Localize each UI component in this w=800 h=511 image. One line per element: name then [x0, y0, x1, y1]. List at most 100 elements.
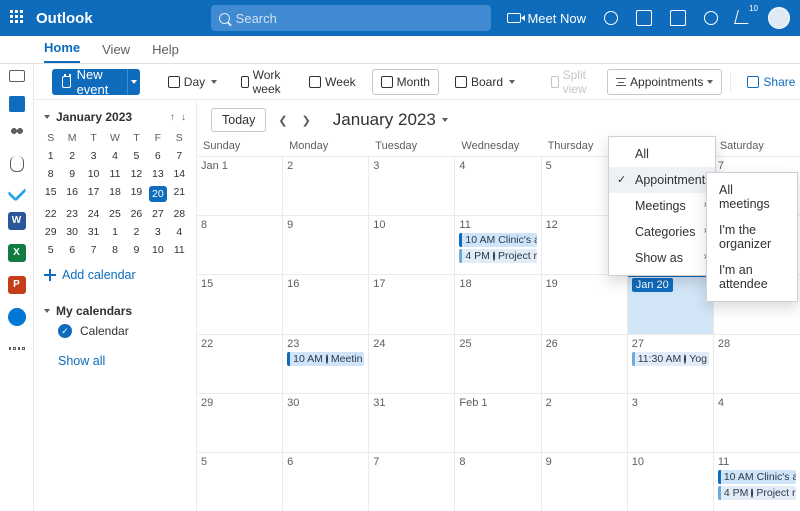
mini-calendar[interactable]: SMTWTFS123456789101112131415161718192021… — [40, 132, 190, 256]
app-launcher-icon[interactable] — [10, 10, 26, 26]
powerpoint-icon[interactable]: P — [8, 276, 26, 294]
calendar-event[interactable]: 4 PMProject r — [459, 249, 536, 263]
excel-icon[interactable]: X — [8, 244, 26, 262]
mini-day[interactable]: 8 — [40, 168, 61, 180]
calendar-event[interactable]: 10 AMClinic's ap — [718, 470, 796, 484]
mini-day[interactable]: 3 — [83, 150, 104, 162]
menu-home[interactable]: Home — [44, 40, 80, 63]
day-cell[interactable]: 2711:30 AMYog — [628, 334, 714, 393]
more-apps-icon[interactable] — [9, 340, 25, 356]
mini-day[interactable]: 9 — [126, 244, 147, 256]
word-icon[interactable]: W — [8, 212, 26, 230]
meet-now-button[interactable]: Meet Now — [507, 11, 586, 26]
notifications-icon[interactable]: 10 — [736, 10, 750, 27]
day-cell[interactable]: 10 — [369, 215, 455, 274]
today-button[interactable]: Today — [211, 108, 266, 132]
filter-submenu-item[interactable]: I'm the organizer — [707, 217, 797, 257]
calendar-event[interactable]: 10 AMMeetin — [287, 352, 364, 366]
mini-day[interactable]: 4 — [169, 226, 190, 238]
day-cell[interactable]: 24 — [369, 334, 455, 393]
mini-day[interactable]: 22 — [40, 208, 61, 220]
mini-day[interactable]: 30 — [61, 226, 82, 238]
day-cell[interactable]: 3 — [628, 393, 714, 452]
view-board-button[interactable]: Board — [447, 69, 523, 95]
new-event-dropdown[interactable] — [127, 69, 140, 95]
mini-day[interactable]: 25 — [104, 208, 125, 220]
mini-day[interactable]: 31 — [83, 226, 104, 238]
filter-menu-item[interactable]: Meetings› — [609, 193, 715, 219]
day-cell[interactable]: 5 — [197, 452, 283, 511]
mini-day[interactable]: 7 — [169, 150, 190, 162]
filter-menu-item[interactable]: Appointments — [609, 167, 715, 193]
day-cell[interactable]: 2 — [283, 156, 369, 215]
day-cell[interactable]: Jan 1 — [197, 156, 283, 215]
day-cell[interactable]: 4 — [455, 156, 541, 215]
mini-day[interactable]: 12 — [126, 168, 147, 180]
mini-day[interactable]: 23 — [61, 208, 82, 220]
mini-day[interactable]: 8 — [104, 244, 125, 256]
day-cell[interactable]: 31 — [369, 393, 455, 452]
mini-day[interactable]: 10 — [83, 168, 104, 180]
day-cell[interactable]: 1110 AMClinic's ap4 PMProject r — [455, 215, 541, 274]
mini-prev-button[interactable]: ↑ — [170, 112, 175, 123]
calendar-event[interactable]: 4 PMProject r — [718, 486, 796, 500]
day-cell[interactable]: 8 — [197, 215, 283, 274]
mini-day[interactable]: 17 — [83, 186, 104, 202]
mini-day[interactable]: 1 — [40, 150, 61, 162]
files-icon[interactable] — [10, 156, 24, 172]
new-event-button[interactable]: New event — [52, 69, 127, 95]
calendar-item[interactable]: ✓Calendar — [40, 320, 190, 342]
menu-view[interactable]: View — [102, 42, 130, 63]
prev-month-button[interactable]: ❮ — [278, 114, 287, 127]
calendar-event[interactable]: 11:30 AMYog — [632, 352, 709, 366]
mini-day[interactable]: 5 — [40, 244, 61, 256]
filter-dropdown[interactable]: Appointments — [607, 69, 722, 95]
filter-submenu-item[interactable]: I'm an attendee — [707, 257, 797, 297]
teams-icon[interactable] — [636, 10, 652, 26]
mini-day[interactable]: 14 — [169, 168, 190, 180]
day-cell[interactable]: 26 — [542, 334, 628, 393]
day-cell[interactable]: 1110 AMClinic's ap4 PMProject r — [714, 452, 800, 511]
mini-day[interactable]: 20 — [149, 186, 167, 202]
view-month-button[interactable]: Month — [372, 69, 439, 95]
mini-day[interactable]: 28 — [169, 208, 190, 220]
mini-day[interactable]: 3 — [147, 226, 168, 238]
day-cell[interactable]: 22 — [197, 334, 283, 393]
day-cell[interactable]: 6 — [283, 452, 369, 511]
day-cell[interactable]: 15 — [197, 274, 283, 333]
mini-day[interactable]: 6 — [147, 150, 168, 162]
next-month-button[interactable]: ❯ — [302, 114, 311, 127]
filter-menu-item[interactable]: Categories› — [609, 219, 715, 245]
filter-submenu-item[interactable]: All meetings — [707, 177, 797, 217]
day-cell[interactable]: 2310 AMMeetin — [283, 334, 369, 393]
day-cell[interactable]: 16 — [283, 274, 369, 333]
day-cell[interactable]: Jan 20 — [628, 274, 714, 333]
my-calendars-toggle[interactable]: My calendars — [40, 302, 190, 320]
mini-day[interactable]: 24 — [83, 208, 104, 220]
mini-day[interactable]: 2 — [126, 226, 147, 238]
mini-day[interactable]: 18 — [104, 186, 125, 202]
mini-day[interactable]: 9 — [61, 168, 82, 180]
filter-menu-item[interactable]: Show as› — [609, 245, 715, 271]
search-input[interactable]: Search — [211, 5, 491, 31]
mini-day[interactable]: 26 — [126, 208, 147, 220]
people-icon[interactable] — [9, 126, 25, 142]
mail-icon[interactable] — [9, 70, 25, 82]
chat-icon[interactable] — [670, 10, 686, 26]
view-day-button[interactable]: Day — [160, 69, 225, 95]
mini-day[interactable]: 27 — [147, 208, 168, 220]
share-button[interactable]: Share — [739, 69, 800, 95]
day-cell[interactable]: 3 — [369, 156, 455, 215]
avatar[interactable] — [768, 7, 790, 29]
day-cell[interactable]: Feb 1 — [455, 393, 541, 452]
add-calendar-link[interactable]: Add calendar — [40, 262, 190, 288]
mini-day[interactable]: 2 — [61, 150, 82, 162]
day-cell[interactable]: 30 — [283, 393, 369, 452]
view-workweek-button[interactable]: Work week — [233, 69, 293, 95]
mini-day[interactable]: 11 — [104, 168, 125, 180]
day-cell[interactable]: 2 — [542, 393, 628, 452]
day-cell[interactable]: 17 — [369, 274, 455, 333]
day-cell[interactable]: 18 — [455, 274, 541, 333]
day-cell[interactable]: 4 — [714, 393, 800, 452]
mini-day[interactable]: 4 — [104, 150, 125, 162]
